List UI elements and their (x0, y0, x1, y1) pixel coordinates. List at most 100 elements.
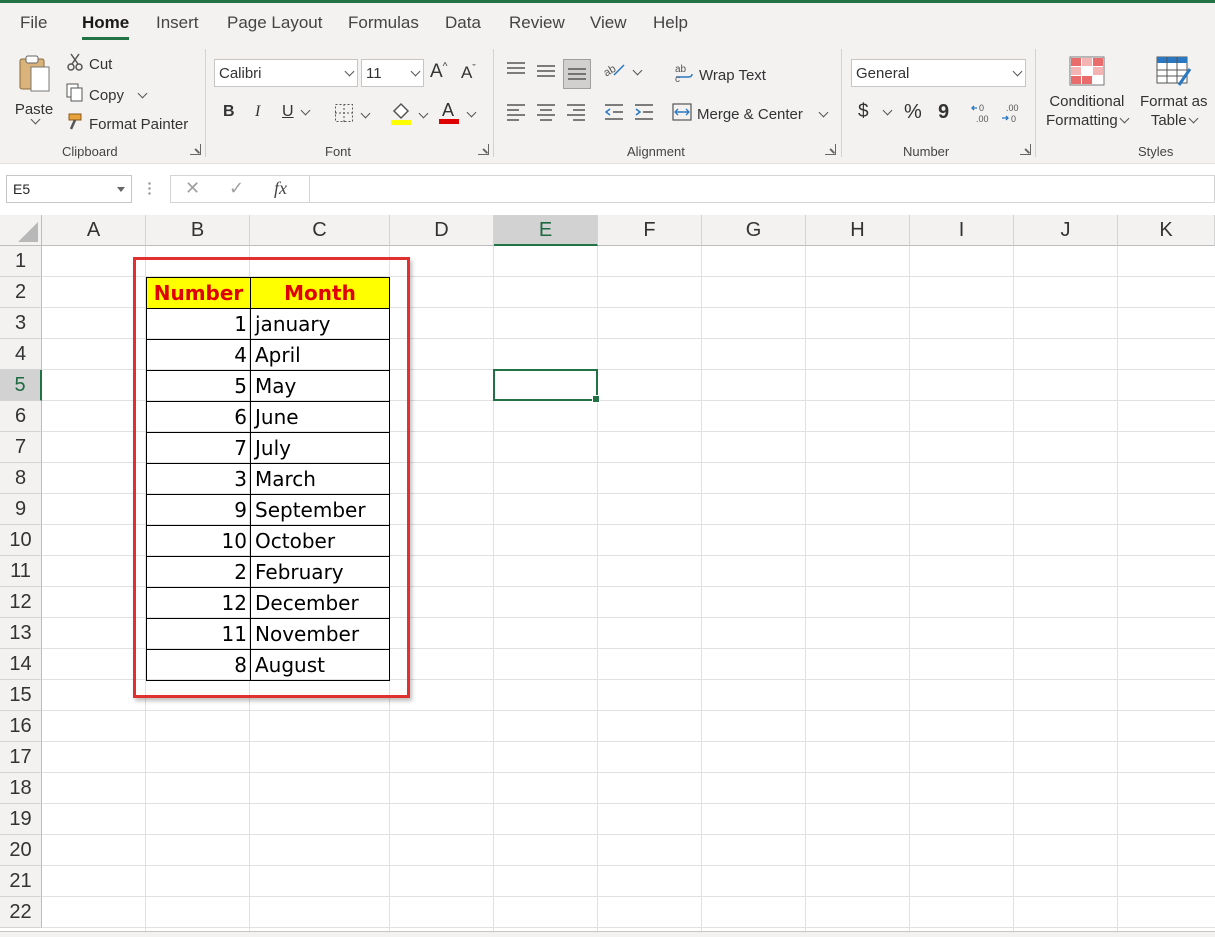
number-cell[interactable]: 8 (146, 649, 251, 681)
comma-style-button[interactable]: 9 (938, 101, 949, 124)
month-cell[interactable]: July (250, 432, 390, 464)
merge-center-button[interactable]: Merge & Center (672, 103, 829, 125)
row-header-9[interactable]: 9 (0, 494, 42, 525)
month-cell[interactable]: May (250, 370, 390, 402)
tab-page-layout[interactable]: Page Layout (227, 13, 322, 33)
conditional-formatting-button[interactable]: Conditional Formatting (1046, 55, 1130, 129)
align-center-button[interactable] (536, 103, 556, 125)
row-header-22[interactable]: 22 (0, 897, 42, 928)
wrap-text-button[interactable]: ab c Wrap Text (674, 63, 766, 87)
alignment-dialog-launcher[interactable] (825, 144, 836, 155)
column-header-J[interactable]: J (1014, 215, 1118, 246)
row-header-13[interactable]: 13 (0, 618, 42, 649)
header-cell-month[interactable]: Month (250, 277, 390, 309)
column-header-H[interactable]: H (806, 215, 910, 246)
row-header-17[interactable]: 17 (0, 742, 42, 773)
cut-button[interactable]: Cut (66, 53, 112, 75)
column-header-E[interactable]: E (494, 215, 598, 246)
select-all-button[interactable] (0, 215, 42, 246)
number-cell[interactable]: 6 (146, 401, 251, 433)
insert-function-icon[interactable]: fx (274, 178, 287, 199)
format-painter-button[interactable]: Format Painter (66, 113, 188, 135)
month-cell[interactable]: June (250, 401, 390, 433)
row-header-5[interactable]: 5 (0, 370, 42, 401)
active-cell-selection[interactable] (493, 369, 600, 403)
row-header-18[interactable]: 18 (0, 773, 42, 804)
formula-input[interactable] (310, 175, 1215, 203)
font-size-dropdown[interactable]: 11 (361, 59, 424, 87)
accounting-format-button[interactable]: $ (858, 101, 893, 123)
tab-file[interactable]: File (20, 13, 47, 33)
row-header-7[interactable]: 7 (0, 432, 42, 463)
column-header-D[interactable]: D (390, 215, 494, 246)
row-header-12[interactable]: 12 (0, 587, 42, 618)
month-cell[interactable]: january (250, 308, 390, 340)
cancel-icon[interactable]: ✕ (185, 178, 200, 199)
font-dialog-launcher[interactable] (478, 144, 489, 155)
month-cell[interactable]: December (250, 587, 390, 619)
row-header-3[interactable]: 3 (0, 308, 42, 339)
column-header-B[interactable]: B (146, 215, 250, 246)
borders-button[interactable] (334, 103, 371, 127)
number-cell[interactable]: 4 (146, 339, 251, 371)
row-header-8[interactable]: 8 (0, 463, 42, 494)
font-color-button[interactable]: A (438, 99, 477, 129)
column-header-I[interactable]: I (910, 215, 1014, 246)
row-header-4[interactable]: 4 (0, 339, 42, 370)
row-header-21[interactable]: 21 (0, 866, 42, 897)
italic-button[interactable]: I (255, 103, 260, 121)
number-dialog-launcher[interactable] (1020, 144, 1031, 155)
clipboard-dialog-launcher[interactable] (190, 144, 201, 155)
decrease-font-size-button[interactable]: Aˇ (461, 63, 476, 83)
tab-data[interactable]: Data (445, 13, 481, 33)
paste-button[interactable]: Paste (14, 53, 54, 125)
tab-view[interactable]: View (590, 13, 627, 33)
number-cell[interactable]: 10 (146, 525, 251, 557)
name-box[interactable]: E5 (6, 175, 132, 203)
percent-style-button[interactable]: % (904, 101, 922, 124)
increase-font-size-button[interactable]: A^ (430, 61, 447, 83)
number-cell[interactable]: 9 (146, 494, 251, 526)
number-format-dropdown[interactable]: General (851, 59, 1026, 87)
tab-help[interactable]: Help (653, 13, 688, 33)
tab-insert[interactable]: Insert (156, 13, 199, 33)
month-cell[interactable]: August (250, 649, 390, 681)
row-header-2[interactable]: 2 (0, 277, 42, 308)
align-left-button[interactable] (506, 103, 526, 125)
underline-button[interactable]: U (282, 103, 311, 121)
align-right-button[interactable] (566, 103, 586, 125)
month-cell[interactable]: September (250, 494, 390, 526)
month-cell[interactable]: November (250, 618, 390, 650)
row-header-15[interactable]: 15 (0, 680, 42, 711)
row-header-1[interactable]: 1 (0, 246, 42, 277)
number-cell[interactable]: 2 (146, 556, 251, 588)
row-header-20[interactable]: 20 (0, 835, 42, 866)
format-as-table-button[interactable]: Format as Table (1140, 55, 1208, 129)
column-header-A[interactable]: A (42, 215, 146, 246)
row-header-19[interactable]: 19 (0, 804, 42, 835)
column-header-G[interactable]: G (702, 215, 806, 246)
row-header-14[interactable]: 14 (0, 649, 42, 680)
header-cell-number[interactable]: Number (146, 277, 251, 309)
month-cell[interactable]: February (250, 556, 390, 588)
align-top-button[interactable] (506, 61, 526, 81)
orientation-button[interactable]: ab (602, 61, 643, 83)
align-middle-button[interactable] (536, 63, 556, 83)
decrease-indent-button[interactable] (604, 103, 624, 125)
column-header-C[interactable]: C (250, 215, 390, 246)
column-header-F[interactable]: F (598, 215, 702, 246)
row-header-16[interactable]: 16 (0, 711, 42, 742)
number-cell[interactable]: 11 (146, 618, 251, 650)
month-cell[interactable]: March (250, 463, 390, 495)
number-cell[interactable]: 7 (146, 432, 251, 464)
month-cell[interactable]: April (250, 339, 390, 371)
align-bottom-button[interactable] (563, 59, 591, 89)
copy-button[interactable]: Copy (66, 83, 148, 107)
bold-button[interactable]: B (223, 103, 235, 121)
column-header-K[interactable]: K (1118, 215, 1215, 246)
row-header-11[interactable]: 11 (0, 556, 42, 587)
increase-decimal-button[interactable]: 0.00 (970, 101, 994, 129)
tab-home[interactable]: Home (82, 13, 130, 40)
row-header-6[interactable]: 6 (0, 401, 42, 432)
increase-indent-button[interactable] (634, 103, 654, 125)
